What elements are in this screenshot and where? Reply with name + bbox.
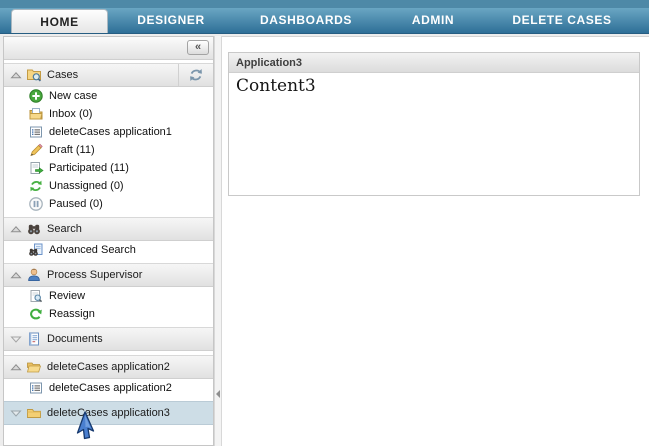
sidebar-item-participated[interactable]: Participated (11) bbox=[4, 159, 213, 177]
draft-pencil-icon bbox=[28, 142, 44, 158]
application-panel: Application3 Content3 bbox=[228, 52, 640, 196]
sidebar-item-inbox[interactable]: Inbox (0) bbox=[4, 105, 213, 123]
sidebar: « Cases bbox=[3, 36, 214, 446]
application-window: HOME DESIGNER DASHBOARDS ADMIN DELETE CA… bbox=[0, 0, 649, 446]
sidebar-item-label: Draft (11) bbox=[49, 144, 95, 156]
sidebar-item-label: New case bbox=[49, 90, 97, 102]
sidebar-section-process-supervisor[interactable]: Process Supervisor bbox=[4, 263, 213, 287]
refresh-cell bbox=[178, 64, 213, 86]
sidebar-item-advanced-search[interactable]: Advanced Search bbox=[4, 241, 213, 259]
main-navbar: HOME DESIGNER DASHBOARDS ADMIN DELETE CA… bbox=[0, 8, 649, 34]
triangle-up-icon bbox=[10, 269, 22, 281]
triangle-up-icon bbox=[10, 223, 22, 235]
sidebar-section-label: Process Supervisor bbox=[47, 269, 142, 281]
sidebar-item-label: Advanced Search bbox=[49, 244, 136, 256]
sidebar-section-deletecases-application2[interactable]: deleteCases application2 bbox=[4, 355, 213, 379]
folder-closed-icon bbox=[26, 405, 42, 421]
sidebar-section-label: Cases bbox=[47, 69, 78, 81]
advanced-search-icon bbox=[28, 242, 44, 258]
sidebar-item-deletecases-application2[interactable]: deleteCases application2 bbox=[4, 379, 213, 397]
cases-folder-search-icon bbox=[26, 67, 42, 83]
panel-header: Application3 bbox=[229, 53, 639, 73]
sidebar-section-documents[interactable]: Documents bbox=[4, 327, 213, 351]
binoculars-icon bbox=[26, 221, 42, 237]
sidebar-item-review[interactable]: Review bbox=[4, 287, 213, 305]
tab-designer[interactable]: DESIGNER bbox=[115, 8, 227, 33]
supervisor-person-icon bbox=[26, 267, 42, 283]
collapse-sidebar-button[interactable]: « bbox=[187, 40, 209, 55]
case-list-icon bbox=[28, 124, 44, 140]
sidebar-item-deletecases-application1[interactable]: deleteCases application1 bbox=[4, 123, 213, 141]
tab-home[interactable]: HOME bbox=[11, 9, 108, 33]
sidebar-section-label: deleteCases application2 bbox=[47, 361, 170, 373]
sidebar-item-label: Paused (0) bbox=[49, 198, 103, 210]
paused-icon bbox=[28, 196, 44, 212]
sidebar-item-label: deleteCases application1 bbox=[49, 126, 172, 138]
sidebar-item-label: Participated (11) bbox=[49, 162, 129, 174]
triangle-down-icon bbox=[10, 333, 22, 345]
case-list-icon bbox=[28, 380, 44, 396]
splitter-collapse-icon[interactable] bbox=[216, 390, 220, 398]
triangle-up-icon bbox=[10, 69, 22, 81]
triangle-up-icon bbox=[10, 361, 22, 373]
splitter[interactable] bbox=[214, 36, 222, 446]
sidebar-item-label: Inbox (0) bbox=[49, 108, 92, 120]
unassigned-recycle-icon bbox=[28, 178, 44, 194]
sidebar-item-draft[interactable]: Draft (11) bbox=[4, 141, 213, 159]
sidebar-section-label: Documents bbox=[47, 333, 103, 345]
review-magnifier-icon bbox=[28, 288, 44, 304]
panel-body: Content3 bbox=[229, 73, 639, 99]
sidebar-section-search[interactable]: Search bbox=[4, 217, 213, 241]
top-strip bbox=[0, 0, 649, 8]
refresh-icon[interactable] bbox=[187, 66, 205, 84]
reassign-arrow-icon bbox=[28, 306, 44, 322]
panel-title: Application3 bbox=[236, 57, 302, 69]
tab-dashboards[interactable]: DASHBOARDS bbox=[245, 8, 367, 33]
main-content: Application3 Content3 bbox=[222, 36, 649, 446]
sidebar-toolbar: « bbox=[4, 37, 213, 60]
sidebar-item-label: Review bbox=[49, 290, 85, 302]
new-case-plus-icon bbox=[28, 88, 44, 104]
sidebar-item-new-case[interactable]: New case bbox=[4, 87, 213, 105]
sidebar-item-label: Reassign bbox=[49, 308, 95, 320]
inbox-folder-icon bbox=[28, 106, 44, 122]
sidebar-item-label: deleteCases application2 bbox=[49, 382, 172, 394]
triangle-down-icon bbox=[10, 407, 22, 419]
documents-icon bbox=[26, 331, 42, 347]
sidebar-item-unassigned[interactable]: Unassigned (0) bbox=[4, 177, 213, 195]
sidebar-item-label: Unassigned (0) bbox=[49, 180, 124, 192]
tab-delete-cases[interactable]: DELETE CASES bbox=[498, 8, 626, 33]
sidebar-item-reassign[interactable]: Reassign bbox=[4, 305, 213, 323]
sidebar-section-label: Search bbox=[47, 223, 82, 235]
sidebar-item-paused[interactable]: Paused (0) bbox=[4, 195, 213, 213]
panel-content-text: Content3 bbox=[236, 76, 316, 96]
participated-arrow-icon bbox=[28, 160, 44, 176]
sidebar-section-label: deleteCases application3 bbox=[47, 407, 170, 419]
sidebar-section-deletecases-application3[interactable]: deleteCases application3 bbox=[4, 401, 213, 425]
folder-open-icon bbox=[26, 359, 42, 375]
sidebar-section-cases[interactable]: Cases bbox=[4, 63, 213, 87]
tab-admin[interactable]: ADMIN bbox=[375, 8, 491, 33]
